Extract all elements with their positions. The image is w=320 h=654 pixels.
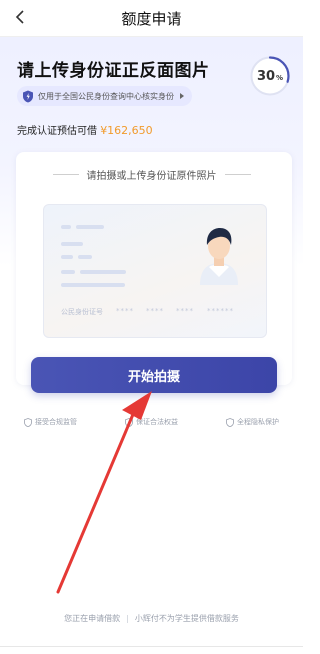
top-bar: 额度申请 bbox=[0, 0, 303, 37]
chevron-right-icon bbox=[180, 93, 184, 99]
feature-label: 保证合法权益 bbox=[136, 418, 178, 426]
privacy-notice[interactable]: 仅用于全国公民身份查询中心核实身份 bbox=[17, 86, 192, 106]
notice-text: 仅用于全国公民身份查询中心核实身份 bbox=[38, 91, 174, 101]
bottom-divider bbox=[0, 646, 303, 647]
shield-icon bbox=[226, 417, 234, 427]
estimate-amount: ¥162,650 bbox=[100, 124, 153, 137]
footer-right: 小辉付不为学生提供借款服务 bbox=[134, 614, 239, 623]
card-title: 请拍摄或上传身份证原件照片 bbox=[0, 167, 303, 182]
text-line bbox=[78, 255, 92, 259]
chevron-left-icon bbox=[15, 10, 24, 24]
masked-digits: **** bbox=[146, 307, 164, 315]
upload-heading: 请上传身份证正反面图片 bbox=[17, 61, 210, 81]
footer-notice: 您正在申请借款 | 小辉付不为学生提供借款服务 bbox=[64, 614, 239, 623]
masked-digits: **** bbox=[116, 307, 134, 315]
trust-features: 接受合规监管 保证合法权益 全程隐私保护 bbox=[0, 417, 303, 427]
feature-label: 接受合规监管 bbox=[35, 418, 77, 426]
back-button[interactable] bbox=[10, 6, 32, 28]
person-avatar-icon bbox=[200, 228, 238, 285]
footer-left: 您正在申请借款 bbox=[64, 614, 121, 623]
text-line bbox=[61, 255, 73, 259]
text-line bbox=[61, 283, 125, 287]
shield-icon bbox=[125, 417, 133, 427]
text-line bbox=[80, 270, 126, 274]
masked-digits: **** bbox=[176, 307, 194, 315]
text-line bbox=[61, 242, 83, 246]
feature-item: 全程隐私保护 bbox=[226, 417, 279, 427]
progress-ring: 30% bbox=[249, 55, 291, 97]
feature-item: 保证合法权益 bbox=[125, 417, 178, 427]
progress-unit: % bbox=[276, 73, 284, 82]
id-number-label: 公民身份证号 bbox=[61, 308, 103, 316]
text-line bbox=[76, 225, 104, 229]
id-card-placeholder[interactable]: 公民身份证号 **** **** **** ****** bbox=[43, 204, 267, 338]
start-capture-button[interactable]: 开始拍摄 bbox=[31, 357, 277, 393]
card-title-text: 请拍摄或上传身份证原件照片 bbox=[86, 171, 217, 182]
feature-label: 全程隐私保护 bbox=[237, 418, 279, 426]
progress-value: 30 bbox=[256, 68, 276, 84]
page-title: 额度申请 bbox=[121, 9, 182, 28]
feature-item: 接受合规监管 bbox=[24, 417, 77, 427]
masked-digits: ****** bbox=[207, 307, 234, 315]
text-line bbox=[61, 270, 75, 274]
loan-estimate: 完成认证预估可借 ¥162,650 bbox=[17, 122, 153, 137]
shield-icon bbox=[21, 89, 34, 103]
divider bbox=[224, 174, 251, 175]
text-line bbox=[61, 225, 71, 229]
divider bbox=[52, 174, 79, 175]
estimate-label: 完成认证预估可借 bbox=[17, 126, 97, 137]
shield-icon bbox=[24, 417, 32, 427]
